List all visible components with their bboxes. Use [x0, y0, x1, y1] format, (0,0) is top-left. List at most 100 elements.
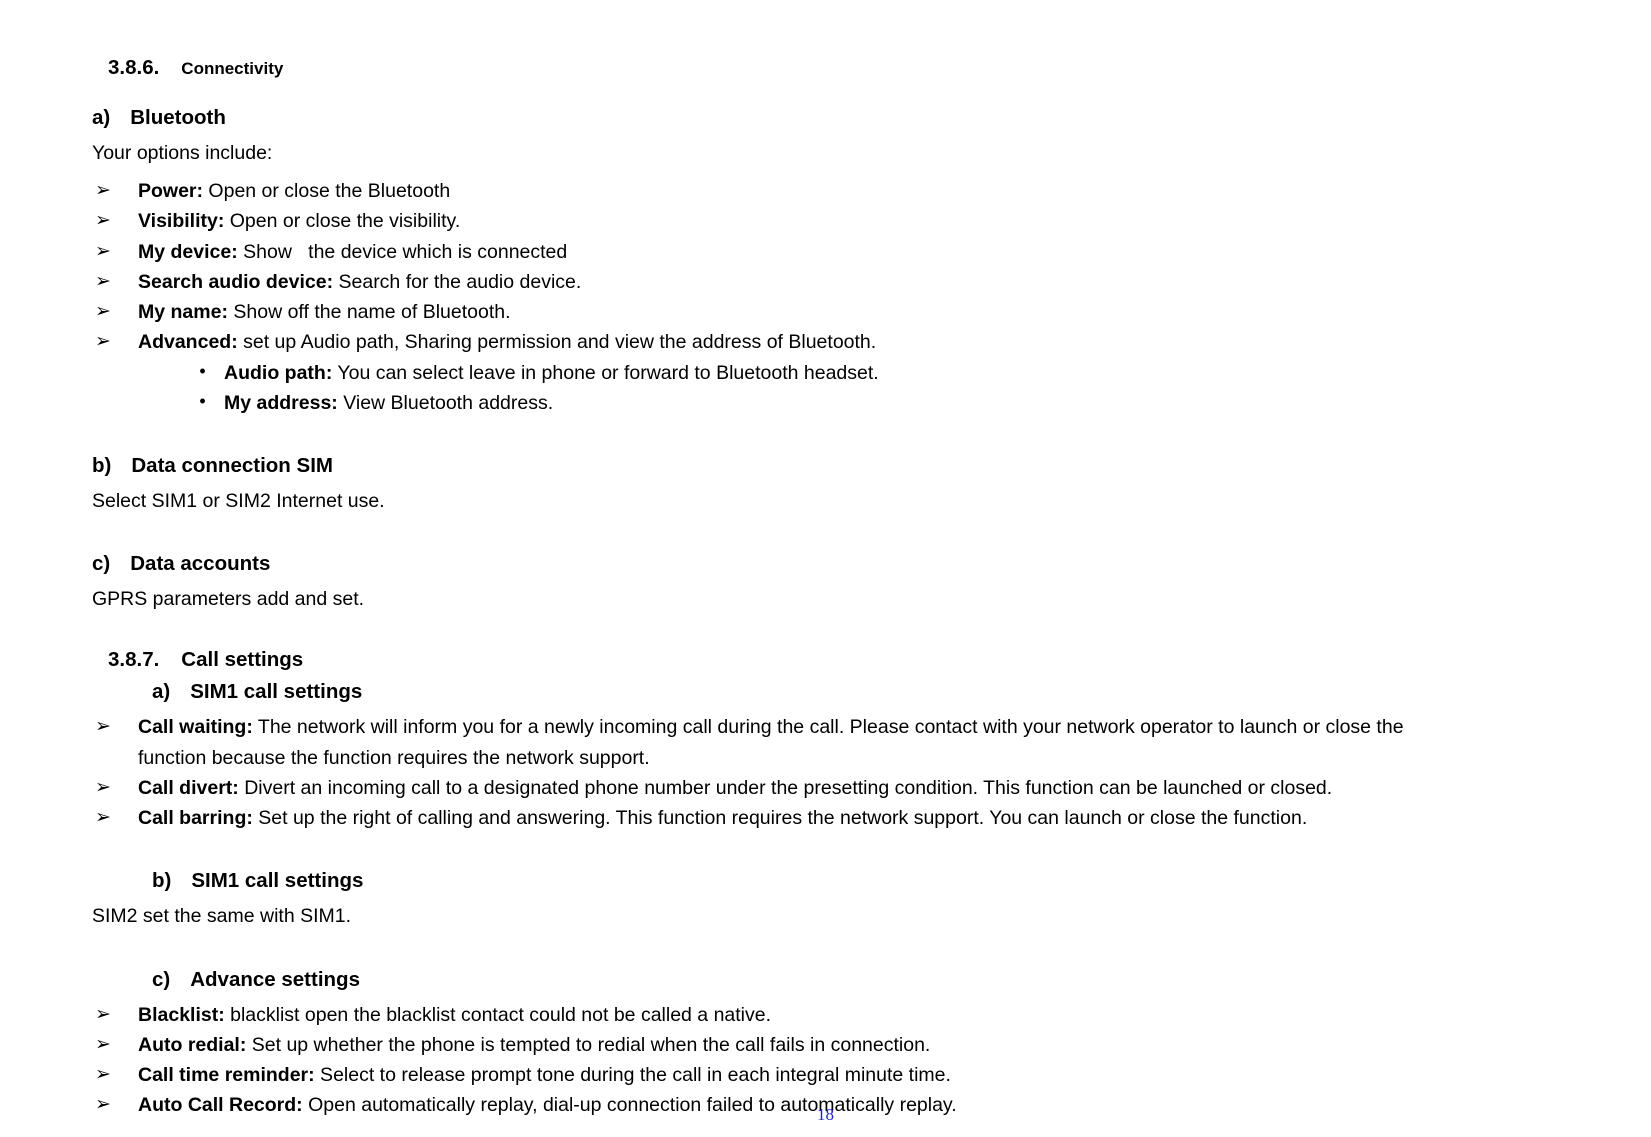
list-item: ➢ Auto redial: Set up whether the phone … — [92, 1030, 1432, 1060]
subheading-sim1-call-settings-b-marker: b) — [152, 869, 172, 893]
list-item-desc: Show the device which is connected — [237, 240, 568, 263]
list-item-term: Call waiting: — [138, 716, 253, 739]
heading-3-8-6-title: Connectivity — [181, 59, 284, 78]
sub-list-item: • Audio path: You can select leave in ph… — [178, 358, 1432, 388]
subheading-sim1-call-settings-a-marker: a) — [152, 680, 171, 704]
arrow-bullet-icon: ➢ — [95, 1033, 111, 1055]
arrow-bullet-icon: ➢ — [95, 301, 111, 323]
subheading-data-accounts-marker: c) — [92, 552, 111, 576]
arrow-bullet-icon: ➢ — [95, 270, 111, 292]
list-item-term: My device: — [138, 240, 238, 263]
subheading-data-accounts-title: Data accounts — [130, 552, 271, 576]
list-item: ➢ Call barring: Set up the right of call… — [92, 803, 1432, 833]
arrow-bullet-icon: ➢ — [95, 210, 111, 232]
list-item-desc: blacklist open the blacklist contact cou… — [224, 1003, 772, 1026]
list-item-desc: Divert an incoming call to a designated … — [238, 776, 1333, 799]
list-item-desc: Select to release prompt tone during the… — [314, 1063, 951, 1086]
heading-3-8-6: 3.8.6. Connectivity — [92, 56, 1432, 80]
list-item-desc: The network will inform you for a newly … — [138, 716, 1404, 769]
arrow-bullet-icon: ➢ — [95, 240, 111, 262]
heading-3-8-7-number: 3.8.7. — [108, 648, 160, 672]
list-item: ➢ Blacklist: blacklist open the blacklis… — [92, 1000, 1432, 1030]
subheading-bluetooth-marker: a) — [92, 106, 111, 129]
subheading-data-connection-sim-title: Data connection SIM — [131, 453, 333, 477]
list-item-term: Call divert: — [138, 776, 239, 799]
list-item-term: Search audio device: — [138, 270, 334, 293]
subheading-sim1-call-settings-b: b) SIM1 call settings — [92, 869, 1432, 893]
list-item-text: My device: Show the device which is conn… — [138, 237, 1432, 267]
arrow-bullet-icon: ➢ — [95, 716, 111, 738]
subheading-sim1-call-settings-a: a) SIM1 call settings — [92, 680, 1432, 704]
subheading-bluetooth-title: Bluetooth — [130, 106, 226, 129]
subheading-sim1-call-settings-a-title: SIM1 call settings — [190, 680, 363, 704]
arrow-bullet-icon: ➢ — [95, 331, 111, 353]
list-item-term: Visibility: — [138, 210, 225, 233]
list-item: ➢ My name: Show off the name of Bluetoot… — [92, 297, 1432, 327]
sim2-note-text: SIM2 set the same with SIM1. — [92, 905, 352, 928]
sub-list-item: • My address: View Bluetooth address. — [178, 388, 1432, 418]
list-item-text: Call waiting: The network will inform yo… — [138, 712, 1432, 772]
list-item-term: Blacklist: — [138, 1003, 225, 1026]
subheading-data-accounts: c) Data accounts — [92, 552, 1432, 576]
bluetooth-intro-text: Your options include: — [92, 142, 273, 164]
list-item-text: Call barring: Set up the right of callin… — [138, 803, 1432, 833]
list-item-text: Visibility: Open or close the visibility… — [138, 206, 1432, 236]
list-item-term: My name: — [138, 301, 228, 324]
list-item-desc: set up Audio path, Sharing permission an… — [237, 331, 877, 354]
sub-list-item-desc: View Bluetooth address. — [337, 391, 554, 414]
arrow-bullet-icon: ➢ — [95, 1003, 111, 1025]
list-item: ➢ Search audio device: Search for the au… — [92, 267, 1432, 297]
heading-3-8-7: 3.8.7. Call settings — [92, 648, 1432, 672]
list-item-term: Power: — [138, 180, 204, 203]
subheading-data-connection-sim-marker: b) — [92, 453, 112, 477]
list-item-text: Auto redial: Set up whether the phone is… — [138, 1030, 1432, 1060]
list-item: ➢ Power: Open or close the Bluetooth — [92, 176, 1432, 206]
list-item: ➢ Visibility: Open or close the visibili… — [92, 206, 1432, 236]
dot-bullet-icon: • — [199, 360, 206, 381]
list-item-desc: Open or close the visibility. — [224, 210, 461, 233]
list-item: ➢ Call divert: Divert an incoming call t… — [92, 773, 1432, 803]
list-item-text: Call time reminder: Select to release pr… — [138, 1060, 1432, 1090]
list-item-desc: Show off the name of Bluetooth. — [227, 301, 511, 324]
data-connection-sim-text: Select SIM1 or SIM2 Internet use. — [92, 489, 385, 512]
subheading-bluetooth: a) Bluetooth — [92, 106, 1432, 130]
list-item-term: Auto redial: — [138, 1033, 247, 1056]
list-item-desc: Set up the right of calling and answerin… — [252, 807, 1308, 830]
sub-list-item-term: Audio path: — [224, 361, 333, 384]
arrow-bullet-icon: ➢ — [95, 1063, 111, 1085]
list-item-text: Advanced: set up Audio path, Sharing per… — [138, 327, 1432, 357]
sub-list-item-desc: You can select leave in phone or forward… — [332, 361, 879, 384]
list-item-term: Advanced: — [138, 331, 238, 354]
subheading-advance-settings-marker: c) — [152, 967, 171, 991]
arrow-bullet-icon: ➢ — [95, 807, 111, 829]
heading-3-8-6-number: 3.8.6. — [108, 56, 160, 79]
list-item-text: Blacklist: blacklist open the blacklist … — [138, 1000, 1432, 1030]
list-item: ➢ Advanced: set up Audio path, Sharing p… — [92, 327, 1432, 357]
dot-bullet-icon: • — [199, 390, 206, 411]
list-item-text: Power: Open or close the Bluetooth — [138, 176, 1432, 206]
document-page: 3.8.6. Connectivity a) Bluetooth Your opti… — [0, 0, 1651, 1137]
sub-list-item-text: Audio path: You can select leave in phon… — [224, 358, 1432, 388]
list-item: ➢ My device: Show the device which is co… — [92, 237, 1432, 267]
page-number: 18 — [817, 1105, 834, 1124]
list-item-text: My name: Show off the name of Bluetooth. — [138, 297, 1432, 327]
list-item-text: Call divert: Divert an incoming call to … — [138, 773, 1432, 803]
subheading-advance-settings-title: Advance settings — [190, 967, 360, 991]
heading-3-8-7-title: Call settings — [181, 648, 304, 672]
list-item: ➢ Call time reminder: Select to release … — [92, 1060, 1432, 1090]
sub-list-item-text: My address: View Bluetooth address. — [224, 388, 1432, 418]
list-item: ➢ Call waiting: The network will inform … — [92, 712, 1432, 772]
list-item-term: Call barring: — [138, 807, 253, 830]
list-item-desc: Search for the audio device. — [333, 270, 582, 293]
subheading-data-connection-sim: b) Data connection SIM — [92, 454, 1432, 478]
subheading-advance-settings: c) Advance settings — [92, 968, 1432, 992]
arrow-bullet-icon: ➢ — [95, 776, 111, 798]
data-accounts-text: GPRS parameters add and set. — [92, 588, 365, 611]
list-item-term: Call time reminder: — [138, 1063, 315, 1086]
sub-list-item-term: My address: — [224, 391, 338, 414]
page-content: 3.8.6. Connectivity a) Bluetooth Your opti… — [92, 0, 1432, 1120]
list-item-desc: Set up whether the phone is tempted to r… — [246, 1033, 931, 1056]
list-item-desc: Open or close the Bluetooth — [203, 180, 451, 203]
subheading-sim1-call-settings-b-title: SIM1 call settings — [191, 869, 364, 893]
list-item-text: Search audio device: Search for the audi… — [138, 267, 1432, 297]
